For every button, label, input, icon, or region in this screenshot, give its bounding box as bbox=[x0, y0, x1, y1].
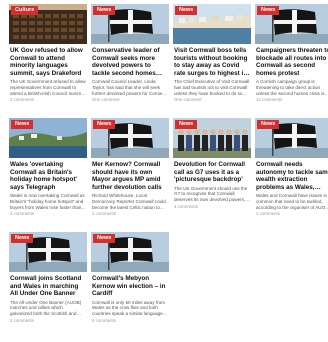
article-excerpt: The UK Government should use the G7 to r… bbox=[174, 185, 248, 202]
article-comments-link[interactable]: One comment bbox=[174, 97, 250, 102]
article-title[interactable]: Mer Kernow? Cornwall should have its own… bbox=[92, 161, 168, 191]
category-tag[interactable]: News bbox=[175, 6, 198, 15]
category-tag[interactable]: News bbox=[257, 120, 280, 129]
article-card[interactable]: News Visit Cornwall boss tells tourists … bbox=[173, 4, 251, 114]
article-title[interactable]: Visit Cornwall boss tells tourists witho… bbox=[174, 47, 250, 77]
article-comments-link[interactable]: 2 comments bbox=[256, 211, 328, 216]
article-comments-link[interactable]: 2 comments bbox=[10, 97, 86, 102]
article-comments-link[interactable]: One comment bbox=[92, 97, 168, 102]
category-tag[interactable]: News bbox=[257, 6, 280, 15]
article-comments-link[interactable]: 4 comments bbox=[174, 204, 250, 209]
category-tag[interactable]: News bbox=[93, 6, 116, 15]
article-card[interactable]: News Conservative leader of Cornwall see… bbox=[91, 4, 169, 114]
article-title[interactable]: Devolution for Cornwall call as G7 uses … bbox=[174, 161, 250, 184]
article-thumbnail[interactable]: Culture bbox=[9, 4, 87, 44]
article-card[interactable]: News Cornwall's Mebyon Kernow win electi… bbox=[91, 232, 169, 342]
article-thumbnail[interactable]: News bbox=[173, 4, 251, 44]
article-comments-link[interactable]: 12 comments bbox=[256, 97, 328, 102]
article-card[interactable]: News Mer Kernow? Cornwall should have it… bbox=[91, 118, 169, 228]
article-thumbnail[interactable]: News bbox=[255, 4, 328, 44]
article-title[interactable]: Cornwall's Mebyon Kernow win election – … bbox=[92, 275, 168, 298]
article-thumbnail[interactable]: News bbox=[255, 118, 328, 158]
article-card[interactable]: Culture UK Gov refused to allow Cornwall… bbox=[9, 4, 87, 114]
article-excerpt: Wales and Cornwall have issues in common… bbox=[256, 193, 328, 210]
article-thumbnail[interactable]: News bbox=[91, 232, 169, 272]
article-thumbnail[interactable]: News bbox=[91, 118, 169, 158]
article-card[interactable]: News Campaigners threaten to blockade al… bbox=[255, 4, 328, 114]
article-comments-link[interactable]: 3 comments bbox=[10, 318, 86, 323]
article-card[interactable]: News Devolution for Cornwall call as G7 … bbox=[173, 118, 251, 228]
article-thumbnail[interactable]: News bbox=[9, 232, 87, 272]
article-card[interactable]: News Cornwall joins Scotland and Wales i… bbox=[9, 232, 87, 342]
article-title[interactable]: Cornwall needs autonomy to tackle same w… bbox=[256, 161, 328, 191]
article-comments-link[interactable]: 2 comments bbox=[92, 211, 168, 216]
article-excerpt: Wales is now overtaking Cornwall as Brit… bbox=[10, 193, 85, 210]
article-comments-link[interactable]: 4 comments bbox=[92, 318, 168, 323]
article-title[interactable]: Cornwall joins Scotland and Wales in mar… bbox=[10, 275, 86, 298]
article-title[interactable]: Conservative leader of Cornwall seeks mo… bbox=[92, 47, 168, 77]
article-title[interactable]: Wales 'overtaking Cornwall as Britain's … bbox=[10, 161, 86, 191]
category-tag[interactable]: Culture bbox=[11, 6, 39, 15]
category-tag[interactable]: News bbox=[93, 120, 116, 129]
article-excerpt: Cornwall is only 50 miles away from Wale… bbox=[92, 299, 166, 316]
article-excerpt: The Chief Executive of Visit Cornwall ha… bbox=[174, 79, 250, 96]
article-title[interactable]: Campaigners threaten to blockade all rou… bbox=[256, 47, 328, 77]
article-excerpt: Cornwall Council Leader, Linda Taylor, h… bbox=[92, 79, 167, 96]
article-grid: Culture UK Gov refused to allow Cornwall… bbox=[0, 0, 328, 334]
article-card[interactable]: News Wales 'overtaking Cornwall as Brita… bbox=[9, 118, 87, 228]
category-tag[interactable]: News bbox=[11, 120, 34, 129]
article-title[interactable]: UK Gov refused to allow Cornwall to atte… bbox=[10, 47, 86, 77]
article-thumbnail[interactable]: News bbox=[173, 118, 251, 158]
category-tag[interactable]: News bbox=[11, 234, 34, 243]
article-excerpt: The All Under One Banner (AUOB) marches … bbox=[10, 299, 82, 316]
article-card[interactable]: News Cornwall needs autonomy to tackle s… bbox=[255, 118, 328, 228]
article-thumbnail[interactable]: News bbox=[91, 4, 169, 44]
category-tag[interactable]: News bbox=[93, 234, 116, 243]
article-comments-link[interactable]: 4 comments bbox=[10, 211, 86, 216]
category-tag[interactable]: News bbox=[175, 120, 198, 129]
article-thumbnail[interactable]: News bbox=[9, 118, 87, 158]
article-excerpt: A Cornish campaign group is threatening … bbox=[256, 79, 325, 96]
article-excerpt: Richard Whitehouse, Local Democracy Repo… bbox=[92, 193, 166, 210]
article-excerpt: The UK Government refused to allow repre… bbox=[10, 79, 86, 96]
